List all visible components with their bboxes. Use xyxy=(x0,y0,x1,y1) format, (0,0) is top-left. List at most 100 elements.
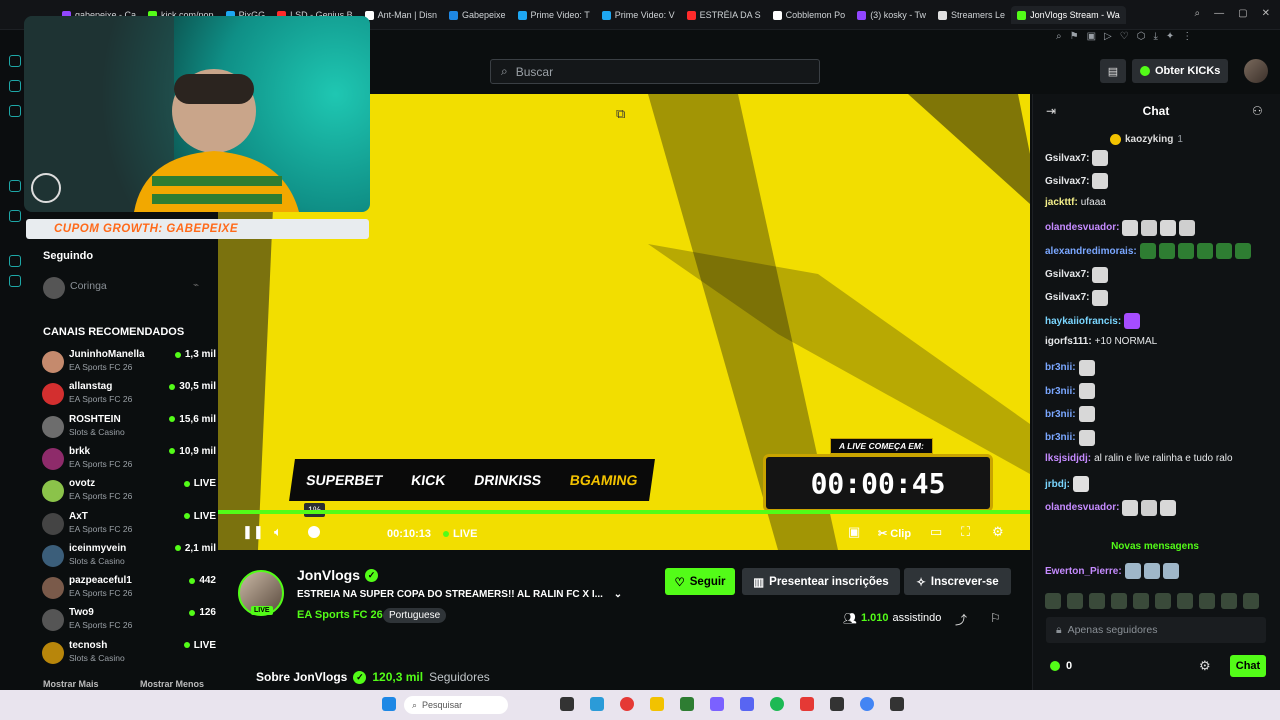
chat-emote[interactable] xyxy=(1141,219,1158,236)
maximize-icon[interactable]: ▢ xyxy=(1238,8,1247,19)
language-tag[interactable]: Portuguese xyxy=(383,608,447,623)
chat-username[interactable]: br3nii: xyxy=(1045,386,1076,397)
chat-emote[interactable] xyxy=(1215,243,1232,260)
chat-emote[interactable] xyxy=(1122,499,1139,516)
heart-icon[interactable]: ♡ xyxy=(1120,31,1129,42)
settings-gear-icon[interactable]: ⚙ xyxy=(992,524,1004,540)
following-item[interactable]: Coringa xyxy=(70,280,107,292)
music-icon[interactable] xyxy=(9,80,21,92)
user-avatar[interactable] xyxy=(1244,59,1269,83)
chat-emote[interactable] xyxy=(1143,563,1160,579)
chat-username[interactable]: olandesvuador: xyxy=(1045,222,1119,233)
chat-emote[interactable] xyxy=(1160,219,1177,236)
expand-chevron-icon[interactable]: ⌄ xyxy=(614,589,622,600)
browser-tab[interactable]: JonVlogs Stream - Wa xyxy=(1011,6,1126,24)
chat-emote[interactable] xyxy=(1078,429,1095,446)
chat-emote[interactable] xyxy=(1122,219,1139,236)
fullscreen-icon[interactable]: ⛶ xyxy=(961,524,970,540)
emote-icon[interactable] xyxy=(1111,593,1127,609)
chat-username[interactable]: olandesvuador: xyxy=(1045,502,1119,513)
close-icon[interactable]: ✕ xyxy=(1262,8,1270,19)
chat-emote[interactable] xyxy=(1234,243,1251,260)
store-button[interactable]: ▤ xyxy=(1100,59,1126,83)
minimize-icon[interactable]: — xyxy=(1214,8,1224,19)
chat-emote[interactable] xyxy=(1160,499,1177,516)
recommended-channel[interactable]: AxT EA Sports FC 26 LIVE xyxy=(40,510,216,540)
messenger-icon[interactable] xyxy=(9,55,21,67)
browser-tab[interactable]: Cobblemon Po xyxy=(767,6,852,24)
chat-username[interactable]: igorfs111: xyxy=(1045,336,1092,347)
chat-input[interactable]: 🔒︎ Apenas seguidores xyxy=(1046,617,1266,643)
new-messages-divider[interactable]: Novas mensagens xyxy=(1040,541,1270,552)
spotify-icon[interactable] xyxy=(770,697,784,711)
clock-icon[interactable] xyxy=(9,210,21,222)
browser-tab[interactable]: Streamers Le xyxy=(932,6,1011,24)
recommended-channel[interactable]: ROSHTEIN Slots & Casino 15,6 mil xyxy=(40,413,216,443)
popout-icon[interactable]: ⧉ xyxy=(616,106,625,122)
file-explorer-icon[interactable] xyxy=(650,697,664,711)
chat-emote[interactable] xyxy=(1196,243,1213,260)
discord-icon[interactable] xyxy=(740,697,754,711)
chat-emote[interactable] xyxy=(1158,243,1175,260)
browser-tab[interactable]: ESTRÉIA DA S xyxy=(681,6,767,24)
browser-tab[interactable]: Prime Video: T xyxy=(512,6,596,24)
windows-start-icon[interactable] xyxy=(382,697,396,711)
history-icon[interactable] xyxy=(9,180,21,192)
chat-username[interactable]: br3nii: xyxy=(1045,432,1076,443)
task-view-icon[interactable] xyxy=(560,697,574,711)
ai-icon[interactable]: ✦ xyxy=(1166,31,1174,42)
chat-username[interactable]: br3nii: xyxy=(1045,409,1076,420)
chat-emote[interactable] xyxy=(1141,499,1158,516)
following-avatar[interactable] xyxy=(43,277,65,299)
chat-username[interactable]: alexandredimorais: xyxy=(1045,246,1137,257)
app-icon[interactable] xyxy=(890,697,904,711)
chat-username[interactable]: br3nii: xyxy=(1045,362,1076,373)
kicks-balance[interactable]: 0 xyxy=(1050,660,1072,672)
chrome-icon[interactable] xyxy=(860,697,874,711)
search-input[interactable]: ⌕ Buscar xyxy=(490,59,820,84)
zoom-icon[interactable]: ⌕ xyxy=(1056,31,1062,42)
copilot-icon[interactable] xyxy=(590,697,604,711)
report-icon[interactable]: ⚐ xyxy=(990,611,1001,625)
pause-icon[interactable]: ❚❚ xyxy=(242,524,264,540)
chat-emote[interactable] xyxy=(1078,383,1095,399)
chat-emote[interactable] xyxy=(1179,219,1196,236)
recommended-channel[interactable]: allanstag EA Sports FC 26 30,5 mil xyxy=(40,380,216,410)
emote-icon[interactable] xyxy=(1067,593,1083,609)
recommended-channel[interactable]: ovotz EA Sports FC 26 LIVE xyxy=(40,477,216,507)
show-less-link[interactable]: Mostrar Menos xyxy=(140,679,204,689)
chat-emote[interactable] xyxy=(1124,313,1141,330)
chat-emote[interactable] xyxy=(1073,476,1089,493)
chat-emote[interactable] xyxy=(1139,243,1156,260)
gift-subs-button[interactable]: ▥ Presentear inscrições xyxy=(742,568,900,595)
settings-icon[interactable] xyxy=(9,275,21,287)
channel-name[interactable]: JonVlogs xyxy=(297,567,360,583)
emote-icon[interactable] xyxy=(1243,593,1259,609)
recommended-channel[interactable]: tecnosh Slots & Casino LIVE xyxy=(40,639,216,669)
screenshot-icon[interactable]: ▣ xyxy=(1087,31,1096,42)
emote-icon[interactable] xyxy=(1155,593,1171,609)
chat-emote[interactable] xyxy=(1092,150,1109,166)
chat-username[interactable]: Gsilvax7: xyxy=(1045,292,1089,303)
emote-icon[interactable] xyxy=(1199,593,1215,609)
chat-username[interactable]: Gsilvax7: xyxy=(1045,176,1089,187)
live-indicator[interactable]: LIVE xyxy=(443,528,477,540)
chat-username[interactable]: haykaiiofrancis: xyxy=(1045,316,1121,327)
volume-slider-handle[interactable] xyxy=(308,526,320,538)
chat-emote[interactable] xyxy=(1162,563,1179,579)
chat-username[interactable]: jrbdj: xyxy=(1045,479,1070,490)
emote-icon[interactable] xyxy=(1133,593,1149,609)
volume-icon[interactable]: 🔈︎ xyxy=(274,524,282,540)
browser-tab[interactable]: Prime Video: V xyxy=(596,6,681,24)
recommended-channel[interactable]: pazpeaceful1 EA Sports FC 26 442 xyxy=(40,574,216,604)
emote-icon[interactable] xyxy=(1221,593,1237,609)
chat-username[interactable]: jackttf: xyxy=(1045,197,1078,208)
pinned-user[interactable]: kaozyking xyxy=(1125,134,1173,145)
browser-tab[interactable]: Ant-Man | Disn xyxy=(359,6,443,24)
send-icon[interactable]: ▷ xyxy=(1104,31,1112,42)
workspace-icon[interactable] xyxy=(9,105,21,117)
bookmark-icon[interactable]: ⚑ xyxy=(1070,31,1079,42)
opera-icon[interactable] xyxy=(620,697,634,711)
subscribe-button[interactable]: ✧ Inscrever-se xyxy=(904,568,1011,595)
app-icon[interactable] xyxy=(710,697,724,711)
